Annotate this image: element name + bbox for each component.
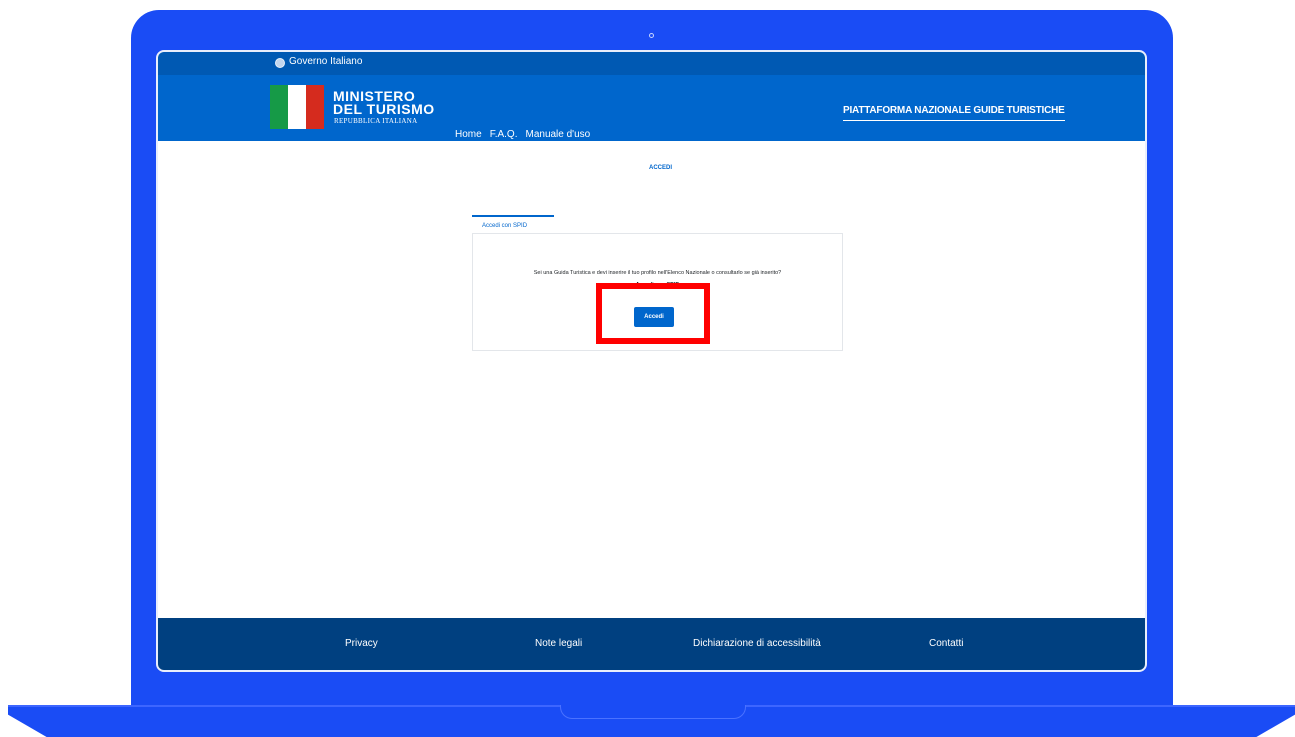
- laptop-screen: Governo Italiano MINISTERO DEL TURISMO R…: [156, 50, 1147, 672]
- flag-green-stripe: [270, 85, 288, 129]
- government-emblem-icon: [275, 58, 285, 68]
- italian-flag-logo[interactable]: [270, 85, 324, 129]
- government-bar: Governo Italiano: [158, 52, 1145, 75]
- footer-contact-link[interactable]: Contatti: [929, 638, 963, 649]
- highlight-box: [596, 283, 710, 344]
- site-header: MINISTERO DEL TURISMO REPUBBLICA ITALIAN…: [158, 75, 1145, 143]
- accedi-breadcrumb[interactable]: ACCEDI: [649, 165, 672, 171]
- site-footer: Privacy Note legali Dichiarazione di acc…: [158, 618, 1145, 670]
- footer-legal-link[interactable]: Note legali: [535, 638, 582, 649]
- ministry-name-line2: DEL TURISMO: [333, 101, 435, 117]
- tab-spid-login[interactable]: Accedi con SPID: [472, 215, 554, 234]
- flag-red-stripe: [306, 85, 324, 129]
- camera-icon: [649, 33, 654, 38]
- login-question: Sei una Guida Turistica e devi inserire …: [533, 270, 782, 276]
- government-link[interactable]: Governo Italiano: [289, 56, 362, 67]
- main-nav: Home F.A.Q. Manuale d'uso: [454, 129, 591, 143]
- platform-title[interactable]: PIATTAFORMA NAZIONALE GUIDE TURISTICHE: [843, 105, 1065, 121]
- ministry-subtitle: REPUBBLICA ITALIANA: [334, 117, 418, 125]
- flag-white-stripe: [288, 85, 306, 129]
- tab-spid-label: Accedi con SPID: [482, 223, 528, 229]
- laptop-notch: [560, 705, 746, 719]
- nav-home[interactable]: Home: [454, 129, 483, 143]
- nav-faq[interactable]: F.A.Q.: [489, 129, 519, 143]
- nav-manual[interactable]: Manuale d'uso: [524, 129, 591, 143]
- footer-accessibility-link[interactable]: Dichiarazione di accessibilità: [693, 638, 821, 649]
- footer-privacy-link[interactable]: Privacy: [345, 638, 378, 649]
